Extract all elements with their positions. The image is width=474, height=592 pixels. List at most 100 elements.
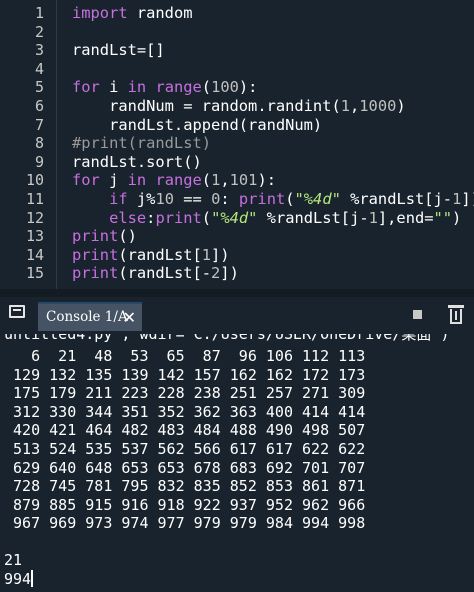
code-token: ) xyxy=(396,97,406,115)
code-token: == xyxy=(173,190,212,208)
output-second-smallest: 21 xyxy=(4,551,23,569)
line-number: 8 xyxy=(34,134,44,153)
code-token: range xyxy=(155,78,202,97)
code-line[interactable]: if j%10 == 0: print("%4d" %randLst[j-1]) xyxy=(72,190,474,209)
tab-console[interactable]: Console 1/A ✕ xyxy=(38,302,142,331)
code-token: print xyxy=(72,264,119,283)
code-token: "" xyxy=(433,208,453,227)
line-number: 10 xyxy=(25,171,44,190)
code-token: ]) xyxy=(461,190,474,208)
line-number: 9 xyxy=(34,152,44,171)
code-token: 2 xyxy=(211,264,221,283)
code-token: "%4d" xyxy=(211,208,258,227)
code-token: , xyxy=(350,97,360,115)
trash-icon[interactable] xyxy=(448,305,464,325)
code-token: 0 xyxy=(211,190,221,208)
trash-lid xyxy=(448,305,464,308)
code-token: %randLst[j- xyxy=(257,208,369,227)
code-token: ],end= xyxy=(377,208,434,227)
code-editor[interactable]: 1 2 3 4 5 6 7 8 9 10 11 12 13 14 15 import random randL… xyxy=(0,0,474,289)
code-token: print xyxy=(238,190,286,208)
code-token: 10 xyxy=(155,190,174,208)
line-number: 11 xyxy=(25,190,44,208)
line-number: 5 xyxy=(34,78,44,97)
tab-console-label: Console 1/A xyxy=(46,309,128,325)
code-token: randLst.append(randNum) xyxy=(72,115,323,134)
code-line[interactable]: print(randLst[-2]) xyxy=(72,264,239,283)
output-row: 420 421 464 482 483 484 488 490 498 507 xyxy=(4,421,366,440)
code-token: () xyxy=(118,227,137,246)
code-token: ]) xyxy=(220,264,239,283)
code-token: ( xyxy=(285,190,295,208)
code-token: ( xyxy=(201,78,212,97)
output-row: 967 969 973 974 977 979 979 984 994 998 xyxy=(4,514,366,533)
code-token: in xyxy=(127,171,147,190)
code-token: randLst=[] xyxy=(72,41,165,60)
code-line[interactable]: randLst.append(randNum) xyxy=(72,116,322,135)
console-run-command: untitled4.py', wdir='C:/Users/USER/OneDr… xyxy=(4,334,450,343)
trash-bin xyxy=(450,309,462,324)
output-row: 6 21 48 53 65 87 96 106 112 113 xyxy=(4,347,366,365)
console-output[interactable]: untitled4.py', wdir='C:/Users/USER/OneDr… xyxy=(0,334,474,592)
window-icon[interactable] xyxy=(9,305,25,318)
code-token: print xyxy=(72,245,119,264)
code-line[interactable]: else:print("%4d" %randLst[j-1],end="") xyxy=(72,209,461,228)
code-token: , xyxy=(220,171,230,190)
code-token: else xyxy=(109,208,147,227)
code-token: 1 xyxy=(452,190,462,208)
close-icon[interactable]: ✕ xyxy=(123,304,136,331)
line-number-gutter: 1 2 3 4 5 6 7 8 9 10 11 12 13 14 15 xyxy=(0,0,57,289)
line-number: 6 xyxy=(34,97,44,115)
code-token: 1 xyxy=(340,97,350,115)
code-token: 1 xyxy=(368,208,378,227)
code-token: if xyxy=(109,190,128,208)
code-line[interactable]: randLst=[] xyxy=(72,41,165,60)
code-token: 1 xyxy=(201,245,212,264)
code-line[interactable]: for j in range(1,101): xyxy=(72,171,276,190)
line-number: 13 xyxy=(25,227,44,246)
output-row: 728 745 781 795 832 835 852 853 861 871 xyxy=(4,477,366,496)
code-token: %randLst[j- xyxy=(340,190,453,208)
code-line[interactable]: print(randLst[1]) xyxy=(72,246,230,265)
line-number: 2 xyxy=(34,22,44,41)
code-token: 101 xyxy=(229,171,258,190)
code-token: i xyxy=(99,78,128,97)
code-token: #print(randLst) xyxy=(72,134,211,153)
pane-splitter[interactable] xyxy=(0,289,474,297)
code-line[interactable]: #print(randLst) xyxy=(72,134,211,153)
line-number: 4 xyxy=(34,59,44,78)
code-line[interactable]: randNum = random.randint(1,1000) xyxy=(72,97,406,116)
code-line[interactable]: import random xyxy=(72,4,192,23)
console-toolbar: Console 1/A ✕ xyxy=(0,297,474,334)
output-second-largest: 994 xyxy=(4,570,32,588)
code-line[interactable]: randLst.sort() xyxy=(72,153,202,172)
code-token: j xyxy=(99,171,128,190)
code-line[interactable]: for i in range(100): xyxy=(72,78,257,97)
code-line[interactable]: print() xyxy=(72,227,137,246)
code-token: 1000 xyxy=(359,97,397,115)
stop-icon[interactable] xyxy=(413,310,422,319)
output-row: 312 330 344 351 352 362 363 400 414 414 xyxy=(4,402,366,421)
code-token: 100 xyxy=(211,78,239,97)
code-token: ) xyxy=(452,208,462,227)
text-cursor xyxy=(31,570,33,587)
output-row: 175 179 211 223 228 238 251 257 271 309 xyxy=(4,384,366,403)
code-token: ( xyxy=(201,208,212,227)
code-token: (randLst[- xyxy=(118,264,212,283)
code-token: 1 xyxy=(211,171,221,190)
code-token: ): xyxy=(257,171,276,190)
code-token: ): xyxy=(238,78,258,97)
output-row: 879 885 915 916 918 922 937 952 962 966 xyxy=(4,495,366,514)
code-token: randLst.sort() xyxy=(72,152,202,171)
line-number: 3 xyxy=(34,41,44,60)
output-row: 129 132 135 139 142 157 162 162 172 173 xyxy=(4,365,366,384)
code-token: "%4d" xyxy=(294,190,341,208)
line-number: 1 xyxy=(34,4,44,22)
code-token: random xyxy=(127,4,193,22)
code-token: : xyxy=(220,190,239,208)
line-number: 15 xyxy=(25,264,44,283)
code-token: print xyxy=(155,208,202,227)
code-token: randNum = random.randint( xyxy=(72,97,341,115)
